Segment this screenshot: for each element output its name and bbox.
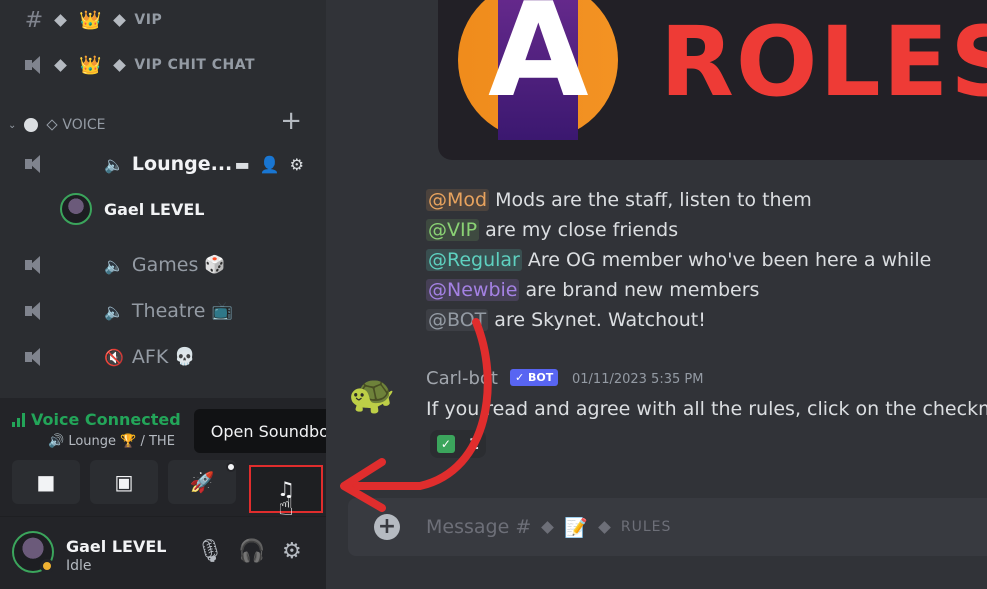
crown-icon: 👑 (79, 9, 102, 31)
add-attachment-icon[interactable]: + (374, 514, 400, 540)
role-mention[interactable]: @Regular (426, 249, 522, 271)
banner-title: ROLES (660, 6, 987, 118)
message-body: If you read and agree with all the rules… (426, 398, 987, 420)
screen-share-icon: ▣ (114, 470, 134, 494)
announcement-icon (22, 254, 46, 276)
role-description: Are OG member who've been here a while (521, 249, 932, 271)
announcement-icon (22, 153, 46, 175)
role-line: @Mod Mods are the staff, listen to them (426, 189, 812, 211)
add-channel-icon[interactable]: + (280, 106, 302, 136)
checkmark-icon: ✓ (436, 435, 455, 453)
gear-icon[interactable]: ⚙ (290, 155, 304, 174)
hand-cursor-icon: ☝ (278, 492, 294, 522)
voice-status[interactable]: Voice Connected (12, 410, 181, 429)
channel-name: VIP CHIT CHAT (134, 57, 256, 73)
role-description: Mods are the staff, listen to them (489, 189, 812, 211)
channel-name: VIP (134, 12, 163, 28)
avatar (60, 193, 92, 225)
logo-letter: A (488, 0, 589, 126)
announcement-icon (22, 54, 46, 76)
voice-channel-lounge[interactable]: 🔈 Lounge... ▬ 👤 ⚙ (0, 144, 326, 184)
diamond-icon (54, 58, 67, 72)
channel-vip-chit-chat[interactable]: 👑 VIP CHIT CHAT (0, 45, 326, 85)
role-description: are brand new members (519, 279, 760, 301)
announcement-icon (22, 300, 46, 322)
message-author[interactable]: Carl-bot (426, 368, 498, 389)
role-line: @Regular Are OG member who've been here … (426, 249, 931, 271)
composer-channel: RULES (620, 519, 672, 535)
voice-channel-name: Theatre (131, 300, 206, 322)
idle-status-icon (40, 559, 54, 573)
notification-dot (226, 462, 236, 472)
announcement-icon (22, 346, 46, 368)
role-line: @VIP are my close friends (426, 219, 678, 241)
circle-icon (24, 118, 39, 132)
reaction-checkmark[interactable]: ✓ 1 (430, 430, 486, 458)
voice-channel-name: Lounge... (131, 153, 233, 175)
role-mention[interactable]: @Newbie (426, 279, 520, 301)
message-timestamp: 01/11/2023 5:35 PM (572, 372, 704, 387)
role-line: @Newbie are brand new members (426, 279, 759, 301)
voice-channel-theatre[interactable]: 🔈 Theatre 📺 (0, 291, 326, 331)
role-mention[interactable]: @VIP (426, 219, 480, 241)
user-status: Idle (66, 558, 92, 574)
voice-channel-afk[interactable]: 🔇 AFK 💀 (0, 337, 326, 377)
dice-icon: 🎲 (204, 255, 226, 275)
diamond-icon (113, 58, 127, 72)
gear-icon[interactable]: ⚙ (282, 539, 302, 564)
message-input[interactable]: Message # 📝 RULES (426, 516, 671, 539)
roles-banner: A ROLES (438, 0, 987, 160)
reaction-count: 1 (468, 435, 480, 453)
muted-speaker-icon: 🔇 (104, 347, 124, 367)
signal-icon (12, 412, 25, 427)
diamond-icon (113, 13, 127, 27)
bot-avatar[interactable]: 🐢 (348, 372, 395, 417)
screen-share-button[interactable]: ▣ (90, 460, 158, 504)
rocket-icon: 🚀 (189, 470, 215, 494)
memo-icon: 📝 (564, 516, 588, 539)
voice-channel-name: Games (131, 254, 199, 276)
camera-button[interactable]: ■ (12, 460, 80, 504)
logo: A (458, 0, 618, 140)
user-panel: Gael LEVEL Idle 🎙 🎧 ⚙ (0, 516, 326, 589)
speaker-icon: 🔈 (104, 154, 124, 174)
chat-area: A ROLES @Mod Mods are the staff, listen … (326, 0, 987, 589)
speaker-icon: 🔈 (104, 301, 124, 321)
diamond-icon (598, 520, 611, 534)
microphone-icon[interactable]: 🎙 (196, 539, 224, 564)
voice-channel-path[interactable]: 🔊 Lounge 🏆 / THE (48, 434, 175, 449)
voice-user[interactable]: Gael LEVEL (60, 191, 204, 227)
composer-prefix: Message # (426, 516, 532, 538)
text-channel-icon: # (24, 7, 44, 33)
role-mention[interactable]: @Mod (426, 189, 490, 211)
category-voice[interactable]: ⌄ VOICE + (0, 106, 326, 140)
skull-icon: 💀 (174, 347, 196, 367)
voice-channel-games[interactable]: 🔈 Games 🎲 (0, 245, 326, 285)
diamond-icon (541, 520, 555, 534)
message-composer[interactable]: + Message # 📝 RULES (348, 498, 987, 556)
channel-vip[interactable]: # 👑 VIP (0, 0, 326, 40)
diamond-icon (46, 119, 59, 131)
user-name[interactable]: Gael LEVEL (66, 537, 166, 556)
role-mention[interactable]: @BOT (426, 309, 489, 331)
role-line: @BOT are Skynet. Watchout! (426, 309, 706, 331)
invite-icon[interactable]: 👤 (260, 155, 280, 174)
category-name: VOICE (62, 117, 106, 133)
camera-icon: ■ (36, 470, 56, 494)
voice-channel-name: AFK (131, 346, 169, 368)
tv-icon: 📺 (211, 301, 233, 321)
headphones-icon[interactable]: 🎧 (238, 539, 265, 564)
diamond-icon (54, 13, 67, 27)
chevron-down-icon: ⌄ (8, 119, 17, 131)
chat-icon[interactable]: ▬ (235, 155, 250, 174)
bot-badge: ✓ BOT (510, 369, 559, 386)
channel-tools: ▬ 👤 ⚙ (235, 155, 304, 174)
crown-icon: 👑 (79, 54, 102, 76)
voice-user-name: Gael LEVEL (104, 199, 205, 219)
speaker-icon: 🔈 (104, 255, 124, 275)
role-description: are Skynet. Watchout! (488, 309, 706, 331)
voice-connected-label: Voice Connected (31, 410, 181, 429)
role-description: are my close friends (479, 219, 679, 241)
